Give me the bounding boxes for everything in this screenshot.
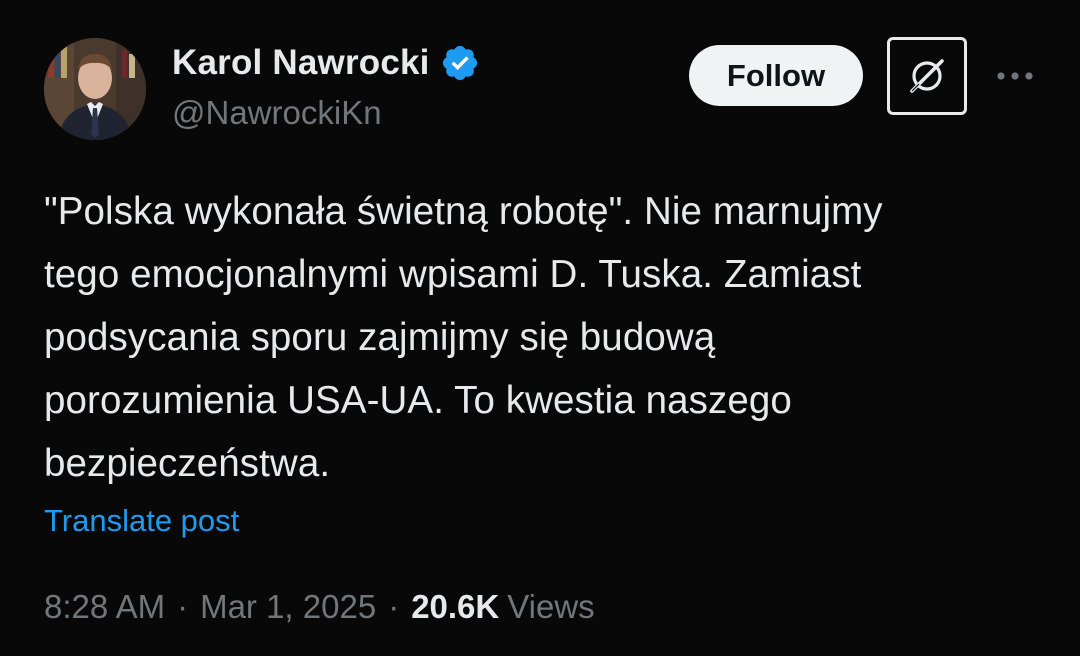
post-container: Karol Nawrocki @NawrockiKn Follow "Polsk…: [0, 0, 1080, 656]
views-count[interactable]: 20.6K: [411, 588, 499, 626]
post-date[interactable]: Mar 1, 2025: [200, 588, 376, 626]
author-name-row: Karol Nawrocki: [172, 42, 480, 84]
avatar[interactable]: [44, 38, 146, 140]
verified-badge-icon[interactable]: [440, 43, 480, 83]
post-metadata: 8:28 AM · Mar 1, 2025 · 20.6K Views: [44, 588, 595, 626]
views-label: Views: [507, 588, 595, 625]
grok-button[interactable]: [887, 37, 967, 115]
author-handle[interactable]: @NawrockiKn: [172, 94, 382, 132]
grok-icon: [910, 59, 944, 93]
avatar-image: [44, 38, 146, 140]
post-text: "Polska wykonała świetną robotę". Nie ma…: [44, 190, 883, 485]
post-time[interactable]: 8:28 AM: [44, 588, 165, 626]
translate-post-link[interactable]: Translate post: [44, 503, 239, 539]
author-display-name[interactable]: Karol Nawrocki: [172, 43, 430, 83]
follow-button[interactable]: Follow: [689, 45, 863, 106]
meta-separator: ·: [177, 588, 189, 625]
more-options-button[interactable]: [990, 58, 1040, 94]
more-horizontal-icon: [997, 72, 1033, 80]
meta-separator: ·: [388, 588, 400, 625]
